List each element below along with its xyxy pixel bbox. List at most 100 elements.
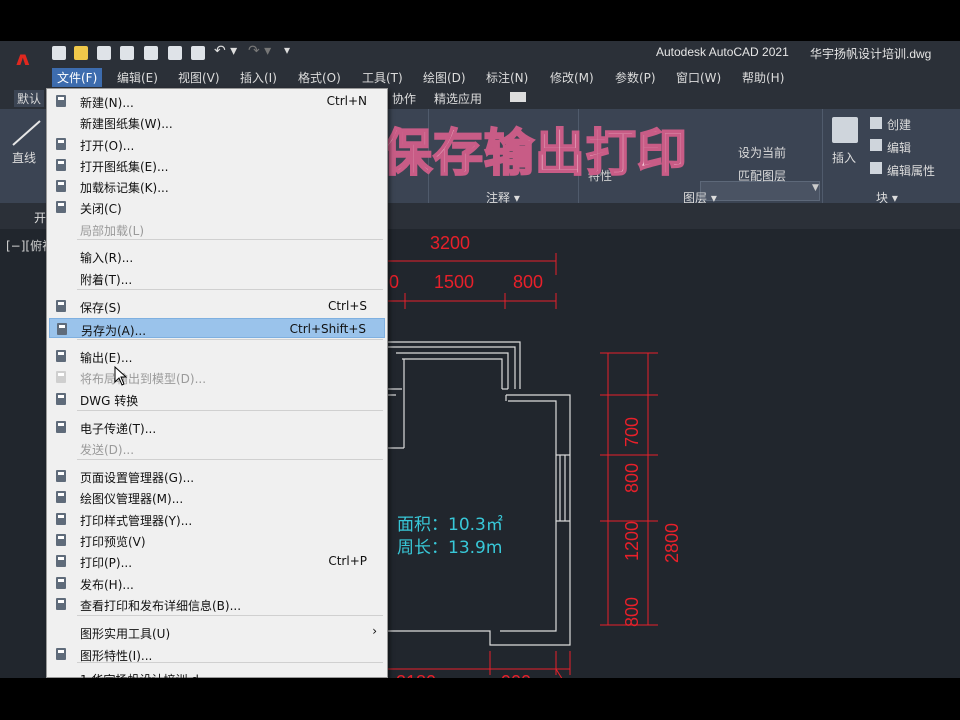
layer-combo-arrow-icon[interactable]: ▼: [812, 183, 822, 193]
print-icon[interactable]: [191, 46, 205, 60]
menu-item-label: 另存为(A)...: [81, 324, 147, 338]
file-menu-item[interactable]: 页面设置管理器(G)...: [49, 466, 385, 486]
menu-separator: [77, 239, 383, 240]
menu-bar: 文件(F) 编辑(E) 视图(V) 插入(I) 格式(O) 工具(T) 绘图(D…: [0, 65, 960, 87]
set-current-button[interactable]: 设为当前: [738, 144, 786, 161]
edit-attributes-button[interactable]: 编辑属性: [887, 162, 935, 179]
match-layer-button[interactable]: 匹配图层: [738, 167, 786, 184]
dim-bottom-b: 900: [501, 672, 531, 678]
drawing-props-icon: [54, 647, 68, 661]
create-block-icon[interactable]: [870, 117, 882, 129]
edit-attr-icon[interactable]: [870, 162, 882, 174]
dim-top-c: 800: [513, 272, 544, 292]
area-value: 10.3㎡: [448, 515, 503, 535]
customize-icon[interactable]: ▾: [284, 43, 290, 57]
file-menu-item[interactable]: 另存为(A)... Ctrl+Shift+S: [49, 318, 385, 338]
saveas-icon[interactable]: [120, 46, 134, 60]
menu-item-label: 页面设置管理器(G)...: [80, 471, 195, 485]
create-block-button[interactable]: 创建: [887, 116, 911, 133]
tab-featured-apps[interactable]: 精选应用: [434, 90, 482, 107]
open-icon[interactable]: [74, 46, 88, 60]
mouse-cursor-icon: [114, 366, 128, 386]
print-icon: [54, 554, 68, 568]
quick-access-toolbar: ↶ ▾ ↷ ▾ ▾ Autodesk AutoCAD 2021 华宇扬帆设计培训…: [0, 41, 960, 65]
undo-icon[interactable]: ↶ ▾: [214, 43, 237, 59]
start-tab[interactable]: 开: [34, 209, 46, 226]
menu-help[interactable]: 帮助(H): [737, 68, 789, 87]
menu-parametric[interactable]: 参数(P): [610, 68, 661, 87]
file-menu-item[interactable]: 打印(P)... Ctrl+P: [49, 551, 385, 571]
dwg-convert-icon: [54, 392, 68, 406]
line-tool-icon[interactable]: [10, 117, 44, 149]
new-icon[interactable]: [52, 46, 66, 60]
dim-top-b: 1500: [434, 272, 475, 292]
file-menu-item: 局部加载(L): [49, 219, 385, 239]
menu-dimension[interactable]: 标注(N): [481, 68, 533, 87]
menu-modify[interactable]: 修改(M): [545, 68, 599, 87]
file-menu-item[interactable]: 加载标记集(K)...: [49, 176, 385, 196]
redo-icon[interactable]: ↷ ▾: [248, 43, 271, 59]
file-menu-item[interactable]: 1 华宇扬帆设计培训.d...: [49, 668, 385, 678]
save-icon: [54, 299, 68, 313]
save-icon[interactable]: [97, 46, 111, 60]
saveas-icon: [55, 322, 69, 336]
file-menu-item[interactable]: 输入(R)...: [49, 246, 385, 266]
file-menu-item[interactable]: 图形特性(I)...: [49, 644, 385, 664]
file-menu-item[interactable]: 图形实用工具(U) ›: [49, 622, 385, 642]
export-icon[interactable]: [168, 46, 182, 60]
layer-combo[interactable]: [700, 181, 820, 201]
edit-block-button[interactable]: 编辑: [887, 139, 911, 156]
menu-item-label: 发送(D)...: [80, 443, 135, 457]
menu-view[interactable]: 视图(V): [173, 68, 225, 87]
menu-draw[interactable]: 绘图(D): [418, 68, 471, 87]
layout-export-icon: [54, 370, 68, 384]
menu-item-label: 加载标记集(K)...: [80, 181, 169, 195]
file-menu-item[interactable]: 新建(N)... Ctrl+N: [49, 91, 385, 111]
file-menu-item: 发送(D)...: [49, 438, 385, 458]
tab-default[interactable]: 默认: [14, 90, 45, 107]
plot-preview-icon[interactable]: [144, 46, 158, 60]
menu-file[interactable]: 文件(F): [52, 68, 103, 87]
menu-tools[interactable]: 工具(T): [357, 68, 408, 87]
file-menu-item[interactable]: DWG 转换: [49, 389, 385, 409]
menu-insert[interactable]: 插入(I): [235, 68, 282, 87]
file-menu-item[interactable]: 新建图纸集(W)...: [49, 112, 385, 132]
menu-window[interactable]: 窗口(W): [671, 68, 726, 87]
file-menu-item[interactable]: 发布(H)...: [49, 573, 385, 593]
file-menu-item[interactable]: 打开图纸集(E)...: [49, 155, 385, 175]
file-menu-item[interactable]: 关闭(C): [49, 197, 385, 217]
file-menu-item[interactable]: 打印样式管理器(Y)...: [49, 509, 385, 529]
menu-edit[interactable]: 编辑(E): [112, 68, 163, 87]
file-menu-item[interactable]: 保存(S) Ctrl+S: [49, 296, 385, 316]
menu-item-label: 绘图仪管理器(M)...: [80, 492, 184, 506]
room-walls: [388, 341, 571, 646]
insert-button[interactable]: 插入: [832, 149, 856, 166]
markup-icon: [54, 179, 68, 193]
perimeter-value: 13.9m: [448, 538, 503, 558]
plot-preview-icon: [54, 533, 68, 547]
tab-collaborate[interactable]: 协作: [392, 90, 416, 107]
file-menu-item[interactable]: 输出(E)...: [49, 346, 385, 366]
menu-item-label: 打开(O)...: [80, 139, 135, 153]
menu-format[interactable]: 格式(O): [293, 68, 346, 87]
menu-item-label: 打开图纸集(E)...: [80, 160, 169, 174]
file-menu-item[interactable]: 附着(T)...: [49, 268, 385, 288]
export-icon: [54, 349, 68, 363]
file-menu-item[interactable]: 打开(O)...: [49, 134, 385, 154]
page-setup-icon: [54, 469, 68, 483]
menu-item-label: 打印(P)...: [80, 556, 133, 570]
edit-block-icon[interactable]: [870, 139, 882, 151]
insert-block-icon[interactable]: [832, 117, 858, 143]
menu-item-label: 新建(N)...: [80, 96, 134, 110]
plot-details-icon: [54, 597, 68, 611]
menu-separator: [77, 615, 383, 616]
file-menu-item[interactable]: 电子传递(T)...: [49, 417, 385, 437]
file-menu-item[interactable]: 打印预览(V): [49, 530, 385, 550]
file-menu-item[interactable]: 查看打印和发布详细信息(B)...: [49, 594, 385, 614]
line-tool-label[interactable]: 直线: [12, 149, 36, 166]
menu-item-shortcut: Ctrl+P: [328, 554, 367, 568]
tab-more-icon[interactable]: [510, 92, 526, 102]
plot-style-icon: [54, 512, 68, 526]
file-menu-item[interactable]: 绘图仪管理器(M)...: [49, 487, 385, 507]
app-title: Autodesk AutoCAD 2021: [656, 45, 789, 59]
